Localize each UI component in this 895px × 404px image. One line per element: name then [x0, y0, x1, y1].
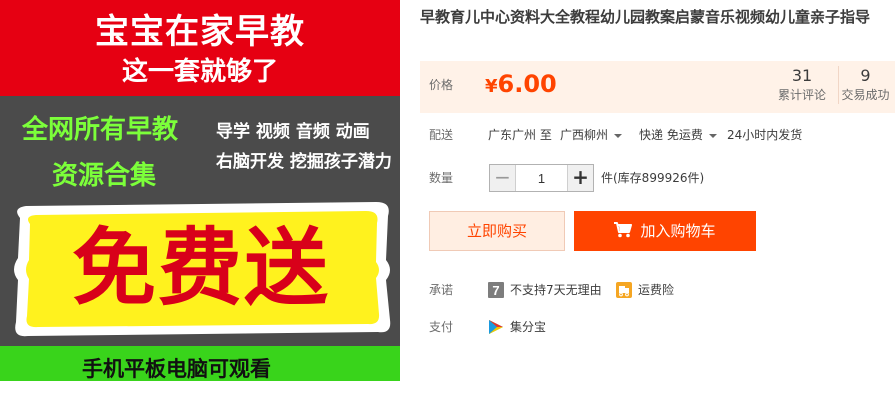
- cart-icon: [614, 221, 633, 237]
- shipping-label: 配送: [429, 128, 454, 142]
- jifenbao-text: 集分宝: [510, 320, 547, 334]
- quantity-label: 数量: [429, 171, 454, 185]
- payment-row: 支付 集分宝: [420, 318, 895, 336]
- promise-row: 承诺 7 不支持7天无理由 运费险: [420, 281, 895, 299]
- freight-insurance[interactable]: 运费险: [616, 281, 674, 299]
- shipping-method-select[interactable]: 快递 免运费: [639, 127, 717, 143]
- chevron-down-icon: [614, 133, 623, 138]
- free-gift-text: 免费送: [71, 219, 330, 317]
- deals-stat: 9 交易成功: [838, 66, 892, 104]
- quantity-input[interactable]: [517, 165, 566, 191]
- increase-button[interactable]: +: [567, 165, 593, 191]
- jifenbao-payment[interactable]: 集分宝: [488, 318, 546, 336]
- image-subheadline: 这一套就够了: [121, 57, 278, 87]
- shipping-from: 广东广州 至: [488, 128, 552, 142]
- price-label: 价格: [429, 78, 454, 92]
- promise-label: 承诺: [429, 283, 454, 297]
- product-main-image[interactable]: 宝宝在家早教 这一套就够了 全网所有早教 资源合集 导学 视频 音频 动画 右脑…: [0, 0, 400, 381]
- add-to-cart-label: 加入购物车: [640, 222, 716, 240]
- comments-label: 累计评论: [777, 88, 826, 102]
- image-bottom-text: 手机平板电脑可观看: [82, 357, 271, 381]
- quantity-stepper: − +: [489, 164, 594, 192]
- free-gift-badge: 免费送: [8, 200, 394, 338]
- payment-label: 支付: [429, 320, 454, 334]
- stock-text: 件(库存899926件): [601, 171, 705, 185]
- shipping-method: 快递 免运费: [639, 128, 703, 142]
- freight-insurance-text: 运费险: [638, 283, 675, 297]
- freight-insurance-icon: [616, 281, 632, 298]
- price-number: 6.00: [497, 70, 557, 98]
- image-green-text-1: 全网所有早教: [22, 115, 179, 145]
- shipping-row: 配送 广东广州 至 广西柳州 快递 免运费 24小时内发货: [420, 126, 895, 144]
- add-to-cart-button[interactable]: 加入购物车: [574, 211, 756, 251]
- image-headline: 宝宝在家早教: [95, 12, 305, 52]
- image-bottom-banner: 手机平板电脑可观看: [0, 346, 400, 381]
- seven-day-icon: 7: [488, 281, 504, 298]
- dispatch-time: 24小时内发货: [727, 128, 803, 142]
- image-green-text-2: 资源合集: [52, 161, 157, 191]
- quantity-row: 数量 − + 件(库存899926件): [420, 164, 895, 192]
- shipping-destination: 广西柳州: [560, 128, 609, 142]
- comments-stat[interactable]: 31 累计评论: [774, 66, 830, 104]
- image-top-banner: 宝宝在家早教 这一套就够了: [0, 0, 400, 96]
- deals-label: 交易成功: [841, 88, 890, 102]
- jifenbao-icon: [489, 319, 503, 334]
- deals-count: 9: [860, 66, 871, 85]
- product-title: 早教育儿中心资料大全教程幼儿园教案启蒙音乐视频幼儿童亲子指导: [420, 8, 871, 26]
- price-currency: ¥: [485, 76, 498, 97]
- no-return-promise[interactable]: 7 不支持7天无理由: [488, 281, 602, 299]
- chevron-down-icon: [708, 133, 717, 138]
- comments-count: 31: [791, 66, 813, 85]
- buy-now-button[interactable]: 立即购买: [429, 211, 565, 251]
- image-white-text-1: 导学 视频 音频 动画: [216, 122, 370, 142]
- shipping-destination-select[interactable]: 广西柳州: [560, 127, 623, 143]
- no-return-text: 不支持7天无理由: [510, 283, 602, 297]
- svg-text:7: 7: [492, 283, 499, 298]
- buy-now-label: 立即购买: [466, 222, 527, 240]
- price-panel: 价格 ¥6.00 31 累计评论 9 交易成功: [420, 61, 895, 113]
- decrease-button[interactable]: −: [490, 165, 516, 191]
- image-white-text-2: 右脑开发 挖掘孩子潜力: [216, 152, 392, 172]
- price-value: ¥6.00: [485, 67, 557, 105]
